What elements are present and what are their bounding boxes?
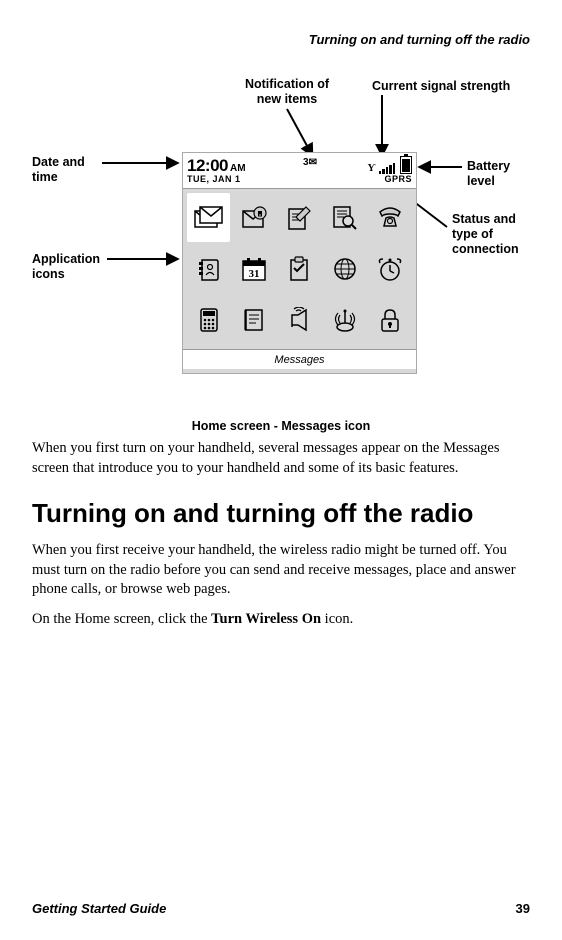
callout-notification: Notification ofnew items: [227, 77, 347, 107]
callout-datetime: Date andtime: [32, 155, 112, 185]
body-paragraph-2: On the Home screen, click the Turn Wirel…: [32, 610, 530, 630]
device-footer-label: Messages: [183, 349, 416, 369]
section-heading: Turning on and turning off the radio: [32, 496, 530, 531]
phone-app-icon: [369, 193, 412, 242]
browser-app-icon: [323, 244, 366, 293]
memopad-app-icon: [232, 296, 275, 345]
compose-app-icon: [278, 193, 321, 242]
home-screen-diagram: Notification ofnew items Current signal …: [32, 77, 530, 417]
tasks-app-icon: [278, 244, 321, 293]
battery-icon: [400, 156, 412, 174]
notification-count: 3✉: [303, 157, 317, 168]
address-book-app-icon: [187, 244, 230, 293]
callout-status-connection: Status andtype ofconnection: [452, 212, 532, 257]
device-home-screen: 12:00AM TUE, JAN 1 3✉ Ƴ: [182, 152, 417, 374]
connection-label: GPRS: [368, 175, 412, 184]
footer-page-number: 39: [516, 901, 530, 916]
intro-paragraph: When you first turn on your handheld, se…: [32, 439, 530, 478]
figure-caption: Home screen - Messages icon: [32, 419, 530, 433]
clock-date: TUE, JAN 1: [187, 175, 246, 184]
running-header: Turning on and turning off the radio: [32, 32, 530, 47]
clock-ampm: AM: [230, 163, 246, 174]
profiles-app-icon: [278, 296, 321, 345]
app-icon-grid: 31: [183, 189, 416, 349]
page-footer: Getting Started Guide 39: [32, 901, 530, 916]
svg-text:31: 31: [249, 268, 260, 280]
callout-app-icons: Applicationicons: [32, 252, 112, 282]
envelope-icon: ✉: [309, 157, 317, 168]
search-app-icon: [323, 193, 366, 242]
saved-messages-app-icon: [232, 193, 275, 242]
footer-guide-name: Getting Started Guide: [32, 901, 166, 916]
body-paragraph-1: When you first receive your handheld, th…: [32, 541, 530, 600]
keyboard-lock-app-icon: [369, 296, 412, 345]
messages-app-icon: [187, 193, 230, 242]
signal-strength-icon: Ƴ: [368, 156, 412, 174]
wireless-app-icon: [323, 296, 366, 345]
alarm-app-icon: [369, 244, 412, 293]
callout-battery: Batterylevel: [467, 159, 527, 189]
calendar-app-icon: 31: [232, 244, 275, 293]
device-status-bar: 12:00AM TUE, JAN 1 3✉ Ƴ: [183, 153, 416, 189]
calculator-app-icon: [187, 296, 230, 345]
callout-signal: Current signal strength: [372, 79, 510, 94]
clock-time: 12:00: [187, 156, 228, 175]
